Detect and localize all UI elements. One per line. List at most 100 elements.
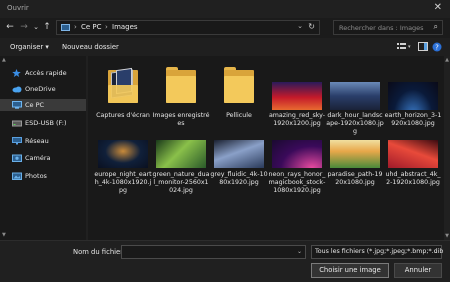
image-thumbnail [330,140,380,168]
filename-label: Nom du fichier : [73,248,128,256]
breadcrumb-separator: › [105,23,108,31]
image-thumbnail [272,82,322,110]
window-title: Ouvrir [7,4,29,12]
image-thumbnail [98,140,148,168]
nav-scroll-up-icon[interactable]: ▲ [2,57,8,63]
command-bar: Organiser ▾ Nouveau dossier ▾ ? [0,38,450,56]
search-input[interactable]: Rechercher dans : Images ⌕ [333,20,443,35]
file-name: dark_hour_landscape-1920x1080.jpg [326,112,384,135]
file-item-image[interactable]: neon_rays_honor_magicbook_stock-1080x192… [268,140,326,200]
file-item-image[interactable]: europe_night_earth_4k-1080x1920.jpg [94,140,152,200]
file-type-select[interactable]: Tous les fichiers (*.jpg;*.jpeg;*.bmp;*.… [311,245,444,259]
sidebar-item-label: Photos [25,172,47,180]
file-name: green_nature_dual_monitor-2560x1024.jpg [152,171,210,194]
file-item-screenshots-folder[interactable]: Captures d'écran [94,64,152,124]
new-folder-button[interactable]: Nouveau dossier [62,43,119,51]
file-name: uhd_abstract_4k_2-1920x1080.jpg [385,171,441,186]
forward-arrow-icon[interactable]: → [18,21,30,34]
usb-drive-icon [12,119,22,127]
scroll-down-icon[interactable]: ▼ [444,233,450,239]
image-thumbnail [156,140,206,168]
help-icon[interactable]: ? [432,42,442,52]
image-thumbnail [388,82,438,110]
computer-icon [12,101,22,109]
svg-text:?: ? [435,44,439,52]
dialog-footer: Nom du fichier : ⌄ Tous les fichiers (*.… [0,240,450,282]
sidebar-item-label: ESD-USB (F:) [25,119,67,127]
choose-image-button[interactable]: Choisir une image [311,263,389,278]
refresh-icon[interactable]: ↻ [308,22,315,31]
file-type-chevron-icon: ⌄ [432,248,438,255]
folder-icon [224,67,254,103]
file-name: europe_night_earth_4k-1080x1920.jpg [94,171,152,194]
file-item-image[interactable]: paradise_path-1920x1080.jpg [326,140,384,200]
sidebar-item-usb-drive[interactable]: ESD-USB (F:) [0,117,86,129]
filename-dropdown-chevron-icon[interactable]: ⌄ [297,248,302,255]
file-name: Pellicule [226,112,252,119]
sidebar-item-photos[interactable]: Photos [0,170,86,182]
scroll-up-icon[interactable]: ▲ [444,57,450,63]
file-item-image[interactable]: grey_fluidic_4k-1080x1920.jpg [210,140,268,200]
sidebar-item-network[interactable]: Réseau [0,135,86,147]
address-bar-row: ← → ⌄ ↑ › Ce PC › Images ⌄ ↻ Rechercher … [0,18,450,38]
folder-icon [166,67,196,103]
pc-location-icon [61,24,70,31]
camera-folder-icon [12,154,22,162]
search-placeholder: Rechercher dans : Images [339,24,424,32]
filename-input[interactable]: ⌄ [121,245,306,259]
search-icon: ⌕ [433,22,438,31]
file-item-camera-roll-folder[interactable]: Pellicule [210,64,268,124]
file-name: Captures d'écran [96,112,150,119]
star-icon [12,69,21,77]
file-name: amazing_red_sky-1920x1200.jpg [268,112,326,127]
breadcrumb-separator: › [74,23,77,31]
address-history-chevron-icon[interactable]: ⌄ [297,22,303,30]
file-item-image[interactable]: earth_horizon_3-1920x1080.jpg [384,64,442,127]
sidebar-item-camera[interactable]: Caméra [0,152,86,164]
organize-label: Organiser [10,43,44,51]
file-item-saved-images-folder[interactable]: Images enregistrées [152,64,210,127]
sidebar-item-label: Ce PC [25,101,45,109]
navigation-pane: ▲ Accès rapide OneDrive Ce PC ESD-USB (F… [0,56,86,240]
sidebar-item-label: Réseau [25,137,49,145]
file-name: Images enregistrées [152,112,210,127]
title-bar: Ouvrir ✕ [0,0,450,18]
network-icon [12,137,22,145]
image-thumbnail [272,140,322,168]
sidebar-item-label: Accès rapide [25,69,67,77]
back-arrow-icon[interactable]: ← [4,21,16,34]
file-item-image[interactable]: green_nature_dual_monitor-2560x1024.jpg [152,140,210,200]
file-item-image[interactable]: uhd_abstract_4k_2-1920x1080.jpg [384,140,442,200]
organize-caret-icon: ▾ [45,43,49,51]
image-thumbnail [388,140,438,168]
nav-scroll-down-icon[interactable]: ▼ [2,232,8,238]
file-name: neon_rays_honor_magicbook_stock-1080x192… [268,171,326,194]
folder-icon [108,67,138,103]
file-item-image[interactable]: amazing_red_sky-1920x1200.jpg [268,64,326,127]
address-field[interactable]: › Ce PC › Images ⌄ ↻ [56,20,320,35]
cancel-button[interactable]: Annuler [394,263,442,278]
vertical-scrollbar[interactable]: ▲ ▼ [444,56,450,240]
organize-button[interactable]: Organiser ▾ [10,43,49,51]
file-item-image[interactable]: dark_hour_landscape-1920x1080.jpg [326,64,384,135]
file-name: grey_fluidic_4k-1080x1920.jpg [210,171,268,186]
file-name: earth_horizon_3-1920x1080.jpg [384,112,442,127]
file-type-value: Tous les fichiers (*.jpg;*.jpeg;*.bmp;*.… [315,248,444,255]
sidebar-item-onedrive[interactable]: OneDrive [0,83,86,95]
file-list: Captures d'écran Images enregistrées Pel… [88,56,450,240]
sidebar-item-label: OneDrive [25,85,56,93]
sidebar-item-label: Caméra [25,154,51,162]
view-options-chevron-icon[interactable]: ▾ [408,44,418,53]
photos-folder-icon [12,172,22,180]
close-icon[interactable]: ✕ [434,2,442,13]
sidebar-item-quick-access[interactable]: Accès rapide [0,67,86,79]
image-thumbnail [330,82,380,110]
breadcrumb-ce-pc[interactable]: Ce PC [81,23,102,31]
breadcrumb-images[interactable]: Images [112,23,138,31]
file-name: paradise_path-1920x1080.jpg [327,171,383,186]
view-options-icon[interactable] [397,42,407,51]
sidebar-item-this-pc[interactable]: Ce PC [0,99,86,111]
up-arrow-icon[interactable]: ↑ [41,21,53,34]
image-thumbnail [214,140,264,168]
preview-pane-icon[interactable] [418,42,428,51]
